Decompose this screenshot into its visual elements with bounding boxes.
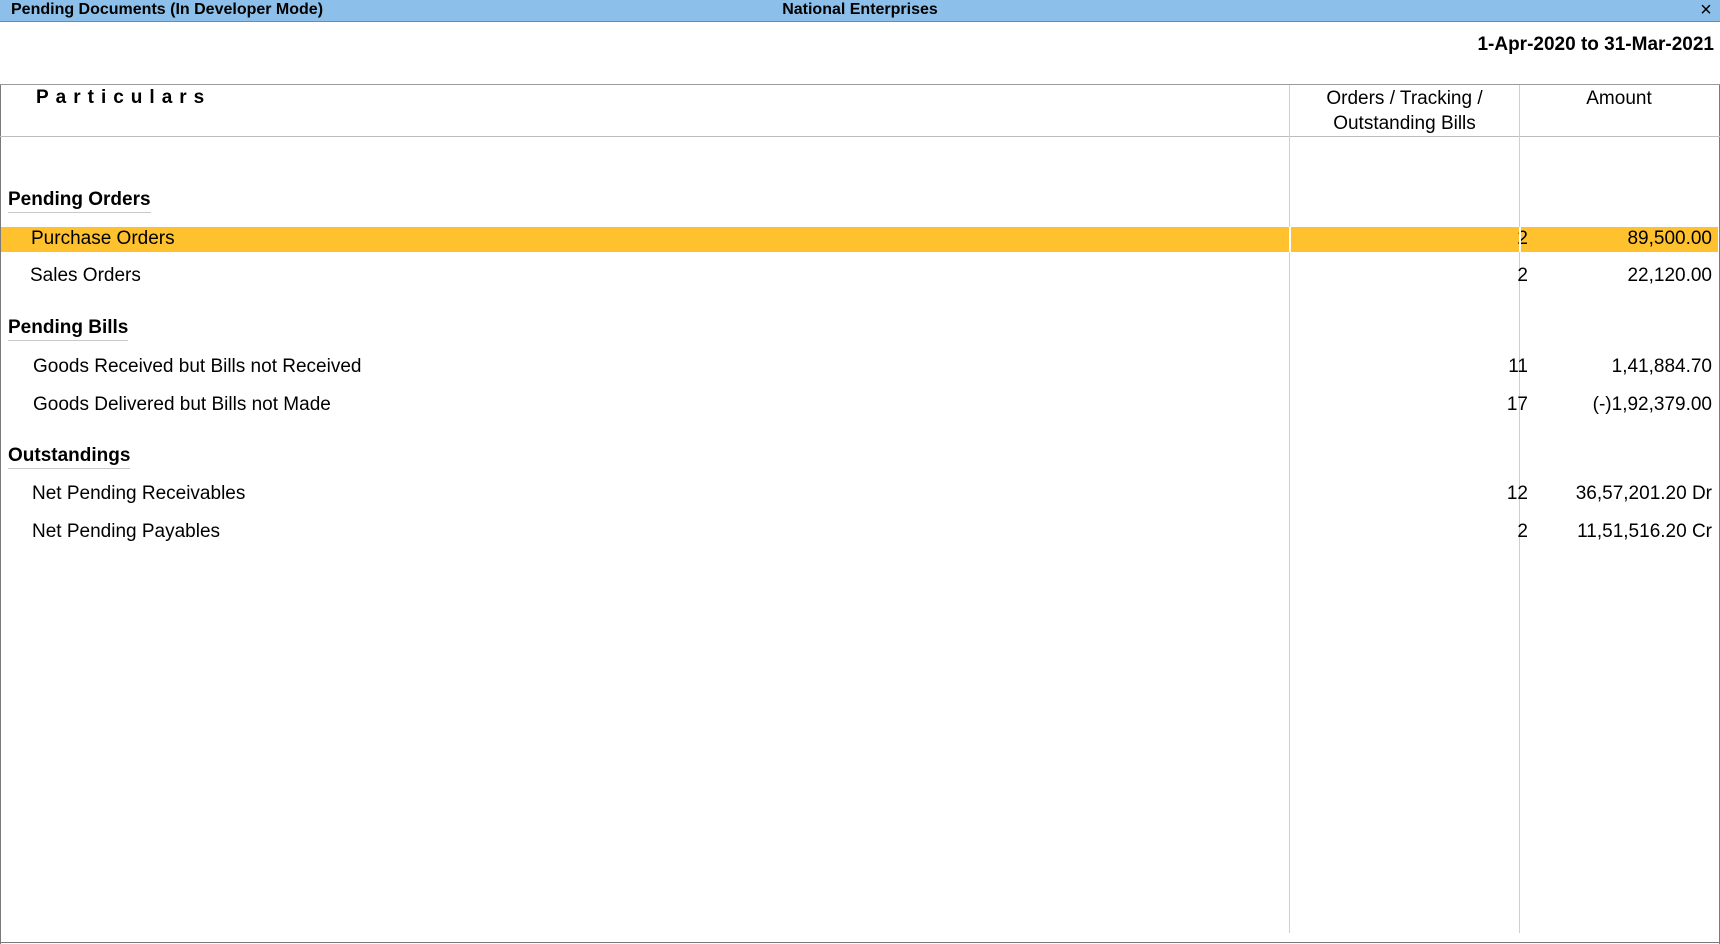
window-title: Pending Documents (In Developer Mode): [11, 1, 324, 18]
row-sales-orders[interactable]: Sales Orders 2 22,120.00: [1, 264, 1718, 289]
selection-divider: [1289, 227, 1291, 252]
column-header-orders-line2: Outstanding Bills: [1333, 113, 1476, 134]
row-goods-received[interactable]: Goods Received but Bills not Received 11…: [1, 355, 1718, 380]
group-outstandings[interactable]: Outstandings: [8, 445, 131, 469]
row-amount: (-)1,92,379.00: [1592, 394, 1712, 415]
column-header-orders-line1: Orders / Tracking /: [1326, 88, 1483, 109]
row-amount: 1,41,884.70: [1611, 356, 1712, 377]
column-divider-1: [1289, 85, 1290, 933]
row-goods-delivered[interactable]: Goods Delivered but Bills not Made 17 (-…: [1, 393, 1718, 418]
column-divider-2: [1519, 85, 1520, 933]
report-frame: [0, 84, 1720, 944]
row-amount: 11,51,516.20 Cr: [1577, 521, 1712, 542]
row-purchase-orders[interactable]: Purchase Orders 2 89,500.00: [1, 227, 1718, 252]
group-pending-bills[interactable]: Pending Bills: [8, 317, 129, 341]
column-header-particulars: Particulars: [36, 87, 212, 108]
row-label: Net Pending Receivables: [32, 483, 246, 504]
title-bar: Pending Documents (In Developer Mode) Na…: [0, 0, 1720, 22]
header-top-divider: [0, 84, 1720, 85]
row-net-pending-payables[interactable]: Net Pending Payables 2 11,51,516.20 Cr: [1, 520, 1718, 545]
bottom-border: [0, 942, 1720, 943]
row-amount: 22,120.00: [1627, 265, 1712, 286]
row-amount: 89,500.00: [1627, 228, 1712, 249]
row-net-pending-receivables[interactable]: Net Pending Receivables 12 36,57,201.20 …: [1, 482, 1718, 507]
row-label: Sales Orders: [30, 265, 141, 286]
close-icon[interactable]: ×: [1696, 0, 1716, 21]
group-pending-orders[interactable]: Pending Orders: [8, 189, 151, 213]
row-label: Goods Received but Bills not Received: [33, 356, 362, 377]
header-bottom-divider: [0, 136, 1720, 137]
row-amount: 36,57,201.20 Dr: [1575, 483, 1712, 504]
column-header-amount: Amount: [1586, 88, 1652, 109]
column-header-orders: Orders / Tracking / Outstanding Bills: [1290, 86, 1519, 136]
row-label: Purchase Orders: [31, 228, 175, 249]
row-label: Goods Delivered but Bills not Made: [33, 394, 331, 415]
row-label: Net Pending Payables: [32, 521, 221, 542]
report-period: 1-Apr-2020 to 31-Mar-2021: [1477, 34, 1714, 55]
